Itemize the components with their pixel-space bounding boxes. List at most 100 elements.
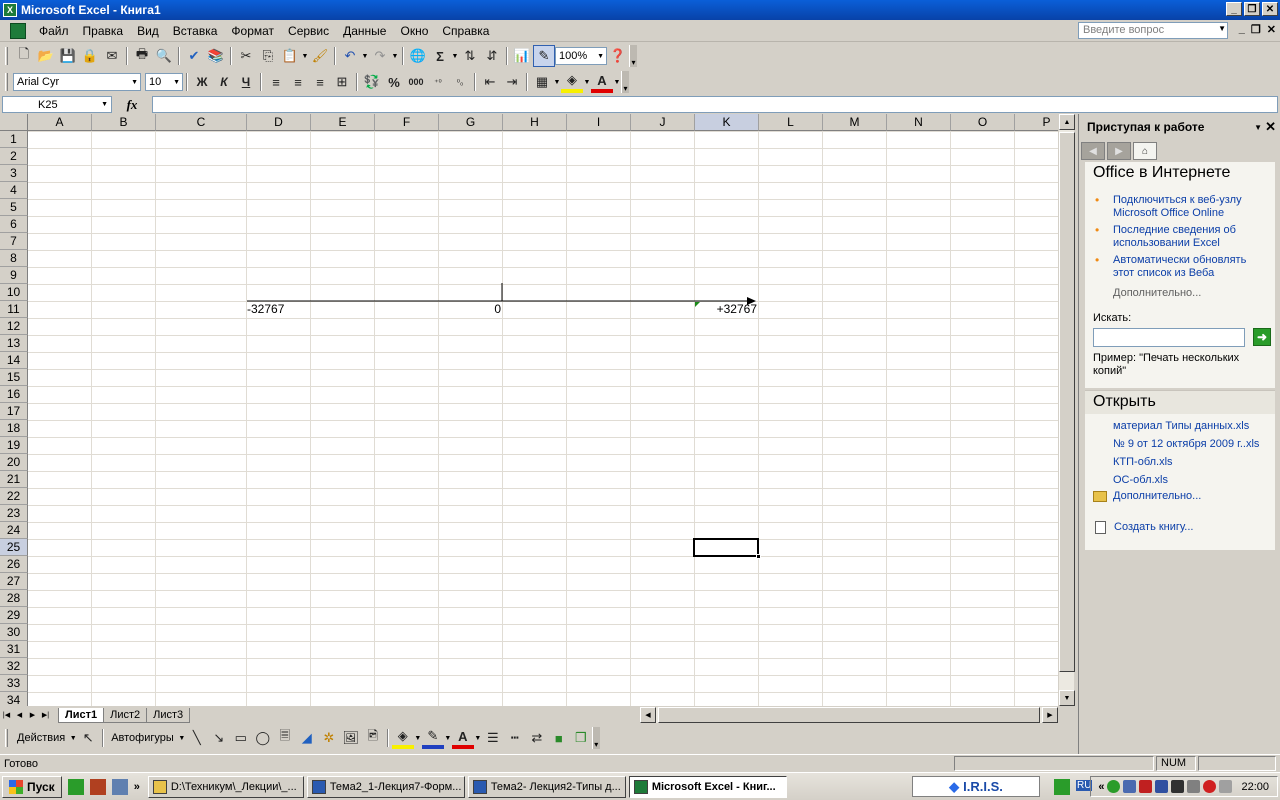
row-header-9[interactable]: 9 (0, 267, 28, 284)
close-button[interactable]: ✕ (1262, 2, 1278, 16)
row-header-16[interactable]: 16 (0, 386, 28, 403)
row-header-1[interactable]: 1 (0, 131, 28, 148)
column-header-d[interactable]: D (247, 114, 311, 131)
tray-expand-icon[interactable]: « (1098, 781, 1104, 793)
shadow-icon[interactable]: ■ (548, 727, 570, 749)
recent-file-2[interactable]: № 9 от 12 октября 2009 г..xls (1085, 438, 1275, 451)
menu-data[interactable]: Данные (336, 24, 393, 38)
menu-edit[interactable]: Правка (76, 24, 131, 38)
decrease-decimal-icon[interactable]: ⁰₀ (449, 71, 471, 93)
worksheet-grid[interactable]: ABCDEFGHIJKLMNOP 1 2 3 4 5 6 7 8 9 10 11 12 13 14 15 16… (0, 114, 1074, 706)
bold-button[interactable]: Ж (191, 71, 213, 93)
close-icon[interactable]: ✕ (1265, 119, 1276, 135)
fill-handle[interactable] (756, 554, 761, 559)
chevron-down-icon[interactable]: ▼ (69, 735, 77, 742)
quicklaunch-more-icon[interactable]: » (134, 781, 140, 793)
wordart-icon[interactable]: ◢ (296, 727, 318, 749)
save-icon[interactable]: 💾 (57, 45, 79, 67)
row-header-31[interactable]: 31 (0, 641, 28, 658)
workbook-close-button[interactable]: ✕ (1267, 23, 1276, 36)
column-header-i[interactable]: I (567, 114, 631, 131)
row-header-11[interactable]: 11 (0, 301, 28, 318)
chart-wizard-icon[interactable]: 📊 (511, 45, 533, 67)
select-all-button[interactable] (0, 114, 28, 131)
recent-file-3[interactable]: КТП-обл.xls (1085, 456, 1275, 469)
draw-actions-button[interactable]: Действия (13, 732, 69, 744)
email-icon[interactable]: ✉ (101, 45, 123, 67)
fill-color-icon[interactable]: ◈ (561, 71, 583, 93)
toolbar-options-icon[interactable]: ▾ (629, 45, 637, 67)
show-desktop-icon[interactable] (111, 778, 128, 795)
oval-icon[interactable]: ◯ (252, 727, 274, 749)
chevron-down-icon[interactable]: ▼ (1254, 123, 1262, 132)
scroll-left-icon[interactable]: ◀ (640, 707, 656, 723)
recent-file-4[interactable]: ОС-обл.xls (1085, 474, 1275, 487)
workbook-restore-button[interactable]: ❐ (1251, 23, 1261, 36)
row-header-21[interactable]: 21 (0, 471, 28, 488)
sort-ascending-icon[interactable]: ⇅ (459, 45, 481, 67)
back-icon[interactable]: ◀ (1081, 142, 1105, 160)
hyperlink-icon[interactable]: 🌐 (407, 45, 429, 67)
row-header-10[interactable]: 10 (0, 284, 28, 301)
row-header-29[interactable]: 29 (0, 607, 28, 624)
increase-decimal-icon[interactable]: ⁺⁰ (427, 71, 449, 93)
row-header-32[interactable]: 32 (0, 658, 28, 675)
column-header-h[interactable]: H (503, 114, 567, 131)
chevron-down-icon[interactable]: ▼ (583, 79, 591, 86)
autoshapes-button[interactable]: Автофигуры (107, 732, 178, 744)
undo-icon[interactable]: ↶ (339, 45, 361, 67)
chevron-down-icon[interactable]: ▼ (178, 735, 186, 742)
chevron-down-icon[interactable]: ▼ (474, 735, 482, 742)
row-header-6[interactable]: 6 (0, 216, 28, 233)
3d-style-icon[interactable]: ❒ (570, 727, 592, 749)
tray-app-icon[interactable] (1203, 780, 1217, 793)
rectangle-icon[interactable]: ▭ (230, 727, 252, 749)
online-link-1[interactable]: • Подключиться к веб-узлу Microsoft Offic… (1085, 194, 1275, 220)
toolbar-grip[interactable] (5, 729, 8, 747)
online-link-2[interactable]: • Последние сведения об использовании Exc… (1085, 224, 1275, 250)
row-header-34[interactable]: 34 (0, 692, 28, 706)
chevron-down-icon[interactable]: ▼ (451, 53, 459, 60)
row-header-28[interactable]: 28 (0, 590, 28, 607)
menu-help[interactable]: Справка (435, 24, 496, 38)
cut-icon[interactable]: ✂ (235, 45, 257, 67)
search-go-icon[interactable]: ➜ (1253, 328, 1271, 346)
column-header-c[interactable]: C (156, 114, 247, 131)
sheet-tab-2[interactable]: Лист2 (103, 707, 148, 723)
row-header-30[interactable]: 30 (0, 624, 28, 641)
italic-button[interactable]: К (213, 71, 235, 93)
permission-icon[interactable]: 🔒 (79, 45, 101, 67)
insert-function-icon[interactable]: fx (112, 97, 152, 113)
toolbar-grip[interactable] (5, 73, 8, 91)
scroll-right-icon[interactable]: ▶ (1042, 707, 1058, 723)
minimize-button[interactable]: _ (1226, 2, 1242, 16)
tray-speaker-icon[interactable] (1219, 780, 1233, 793)
arrow-style-icon[interactable]: ⇄ (526, 727, 548, 749)
menu-view[interactable]: Вид (130, 24, 166, 38)
dash-style-icon[interactable]: ┅ (504, 727, 526, 749)
row-header-22[interactable]: 22 (0, 488, 28, 505)
row-header-26[interactable]: 26 (0, 556, 28, 573)
column-header-b[interactable]: B (92, 114, 156, 131)
taskbar-item-folder[interactable]: D:\Техникум\_Лекции\_... (147, 775, 304, 798)
horizontal-scroll-thumb[interactable] (658, 707, 1040, 723)
line-style-icon[interactable]: ☰ (482, 727, 504, 749)
align-center-icon[interactable]: ≡ (287, 71, 309, 93)
print-icon[interactable]: 🖶 (131, 45, 153, 67)
column-header-k[interactable]: K (695, 114, 759, 131)
row-header-3[interactable]: 3 (0, 165, 28, 182)
last-sheet-icon[interactable]: ▶| (39, 708, 52, 722)
formula-input[interactable] (152, 96, 1278, 113)
print-preview-icon[interactable]: 🔍 (153, 45, 175, 67)
prev-sheet-icon[interactable]: ◀ (13, 708, 26, 722)
row-header-17[interactable]: 17 (0, 403, 28, 420)
iris-toolbar[interactable]: ◆ I.R.I.S. (912, 776, 1040, 797)
cell-d10[interactable]: -32767 (247, 301, 284, 318)
scroll-up-icon[interactable]: ▲ (1059, 114, 1075, 130)
row-header-33[interactable]: 33 (0, 675, 28, 692)
line-icon[interactable]: ╲ (186, 727, 208, 749)
chevron-down-icon[interactable]: ▼ (301, 53, 309, 60)
column-header-l[interactable]: L (759, 114, 823, 131)
vertical-scrollbar[interactable]: ▲ ▼ (1058, 114, 1075, 706)
arrow-icon[interactable]: ↘ (208, 727, 230, 749)
